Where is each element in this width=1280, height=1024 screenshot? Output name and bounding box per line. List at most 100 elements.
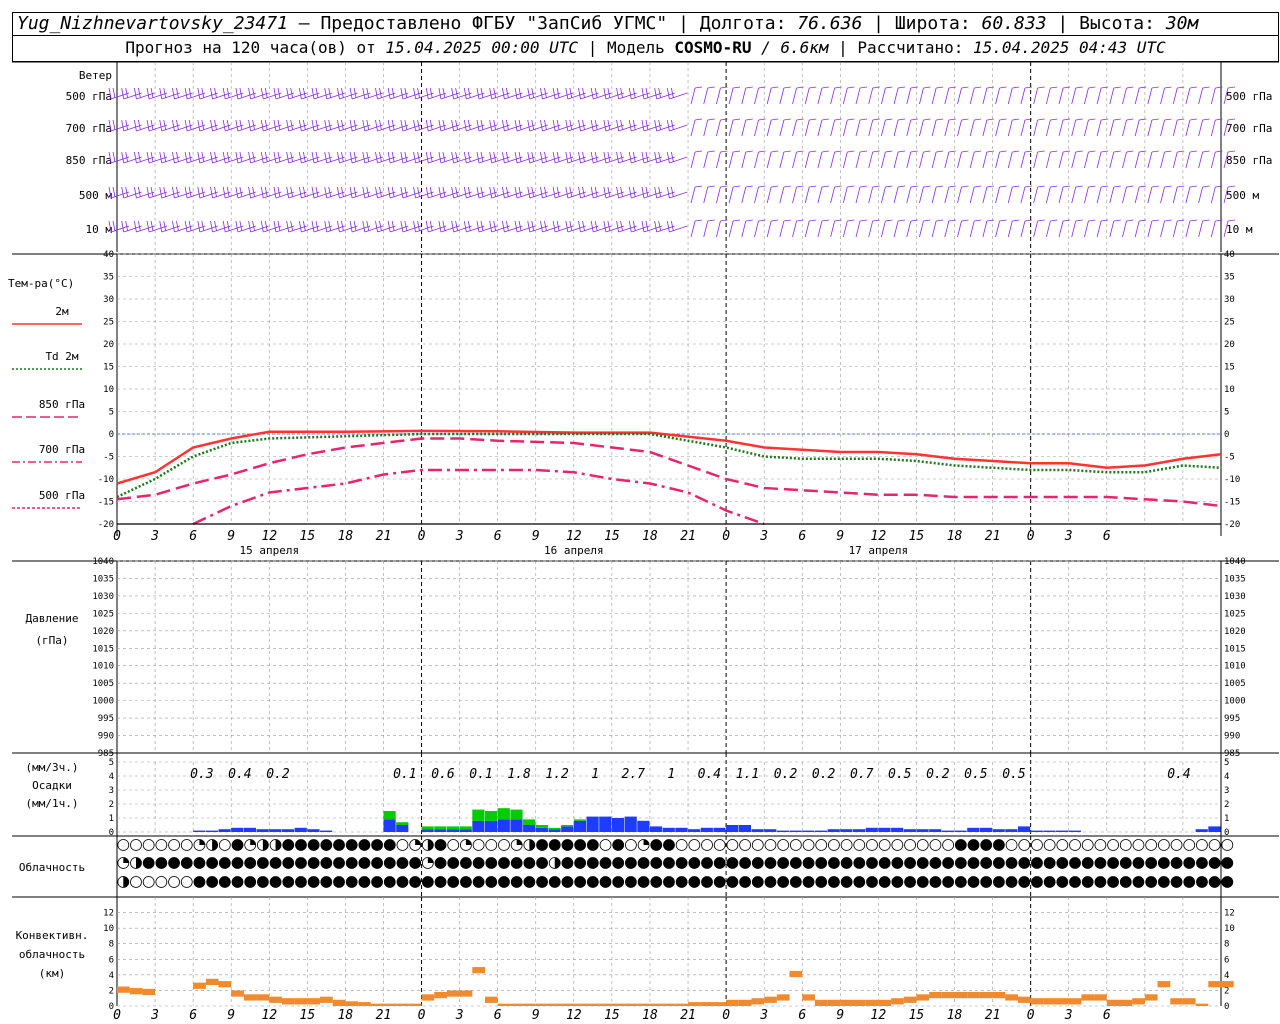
- wind-barb-flag: [298, 87, 302, 100]
- wind-barb: [703, 150, 715, 169]
- temp-xtick: 3: [759, 529, 768, 544]
- pressure-panel-ytick-right: 1015: [1224, 644, 1246, 654]
- precip-total-3h: 0.2: [926, 767, 950, 782]
- cloud-circle: [675, 857, 688, 869]
- wind-barb-flag: [1101, 118, 1109, 121]
- wind-barb: [1033, 118, 1045, 137]
- wind-barb-shaft: [880, 186, 886, 204]
- wind-barb-flag: [1012, 219, 1020, 222]
- wind-barb-flag: [1113, 219, 1121, 222]
- wind-barb-flag: [362, 186, 366, 199]
- cloud-symbol: [155, 839, 168, 851]
- wind-barb-shaft: [919, 220, 924, 238]
- precip-bar: [205, 830, 219, 832]
- cloud-symbol: [1043, 876, 1056, 888]
- wind-barb-flag: [480, 186, 484, 198]
- wind-barb-flag: [172, 119, 175, 132]
- wind-barb-flag: [505, 151, 509, 163]
- wind-barb: [1007, 150, 1020, 169]
- wind-barb-shaft: [982, 186, 988, 204]
- cloud-quarter: [427, 857, 434, 863]
- wind-barb-flag: [1139, 185, 1147, 188]
- cloud-symbol: [548, 876, 561, 888]
- wind-barb-flag: [425, 220, 429, 233]
- cloud-symbol: [498, 876, 510, 888]
- wind-barb: [842, 86, 855, 105]
- cloud-circle: [320, 876, 333, 888]
- cloud-circle: [396, 839, 409, 851]
- cloud-symbol: [992, 839, 1005, 851]
- wind-barb-flag: [286, 151, 290, 164]
- cloud-circle: [421, 876, 434, 888]
- cloud-symbol: [333, 857, 345, 869]
- wind-barb-flag: [1227, 219, 1236, 222]
- wind-barb-flag: [501, 119, 505, 132]
- cloud-symbol: [561, 839, 574, 851]
- wind-barb-flag: [133, 87, 137, 100]
- cloud-symbol: [840, 839, 853, 851]
- cloud-symbol: [447, 839, 460, 851]
- cloud-symbol: [663, 839, 675, 851]
- cloud-symbol: [663, 857, 675, 869]
- wind-barb-shaft: [690, 151, 696, 169]
- wind-barb-flag: [222, 186, 226, 199]
- wind-barb-flag: [514, 151, 518, 164]
- cloud-symbol: [168, 876, 180, 888]
- wind-barb: [779, 150, 791, 169]
- wind-barb: [969, 86, 982, 105]
- precip-total-3h: 0.2: [812, 767, 836, 782]
- wind-barb-flag: [438, 87, 442, 100]
- wind-barb: [842, 219, 855, 238]
- wind-barb: [982, 86, 994, 105]
- wind-barb-flag: [1202, 118, 1210, 121]
- wind-barb-flag: [518, 151, 522, 163]
- wind-barb-flag: [1050, 86, 1058, 89]
- wind-barb-flag: [476, 119, 480, 132]
- cloud-symbol: [1183, 839, 1196, 851]
- cloud-symbol: [878, 857, 891, 869]
- wind-barb-flag: [1088, 150, 1096, 153]
- wind-barb-flag: [556, 220, 560, 232]
- wind-barb: [703, 118, 715, 137]
- wind-barb-flag: [654, 151, 658, 164]
- cloud-circle: [637, 876, 650, 888]
- wind-level-label-right: 500 м: [1226, 189, 1259, 202]
- cloud-circle: [168, 876, 180, 888]
- cloud-symbol: [663, 876, 675, 888]
- wind-barb-flag: [349, 119, 353, 132]
- cloud-symbol: [866, 876, 878, 888]
- wind-barb: [1147, 150, 1159, 169]
- cloud-circle: [1043, 839, 1056, 851]
- precip-panel-ytick-right: 2: [1224, 800, 1229, 810]
- wind-barb-shaft: [1198, 151, 1204, 169]
- wind-barb-flag: [150, 87, 154, 99]
- wind-barb-flag: [872, 185, 880, 188]
- precip-total-3h: 0.4: [1167, 767, 1190, 782]
- cloud-circle: [840, 876, 853, 888]
- wind-barb: [969, 185, 982, 204]
- cloud-symbol: [739, 876, 751, 888]
- wind-barb-flag: [569, 220, 573, 232]
- wind-barb-shaft: [741, 186, 747, 204]
- precip-bar: [814, 830, 828, 832]
- wind-barb-flag: [442, 119, 446, 131]
- temp-xtick: 3: [1064, 529, 1073, 544]
- cloud-symbol: [510, 857, 523, 869]
- cloud-symbol: [218, 876, 231, 888]
- cloud-circle: [1157, 857, 1170, 869]
- wind-barb-flag: [720, 219, 728, 222]
- cloud-circle: [764, 839, 777, 851]
- wind-barb-shaft: [919, 119, 924, 137]
- wind-barb-flag: [514, 119, 518, 132]
- wind-barb-flag: [847, 185, 855, 188]
- wind-barb-flag: [311, 151, 315, 164]
- wind-barb-shaft: [893, 87, 899, 105]
- wind-barb-flag: [201, 87, 205, 99]
- wind-barb-shaft: [1096, 220, 1102, 238]
- wind-barb-shaft: [1084, 119, 1089, 137]
- wind-barb-shaft: [728, 186, 734, 204]
- wind-barb-shaft: [944, 119, 950, 137]
- pressure-panel-ytick-right: 990: [1224, 732, 1240, 742]
- precip-conv-bar: [396, 822, 409, 825]
- wind-barb-flag: [455, 87, 459, 99]
